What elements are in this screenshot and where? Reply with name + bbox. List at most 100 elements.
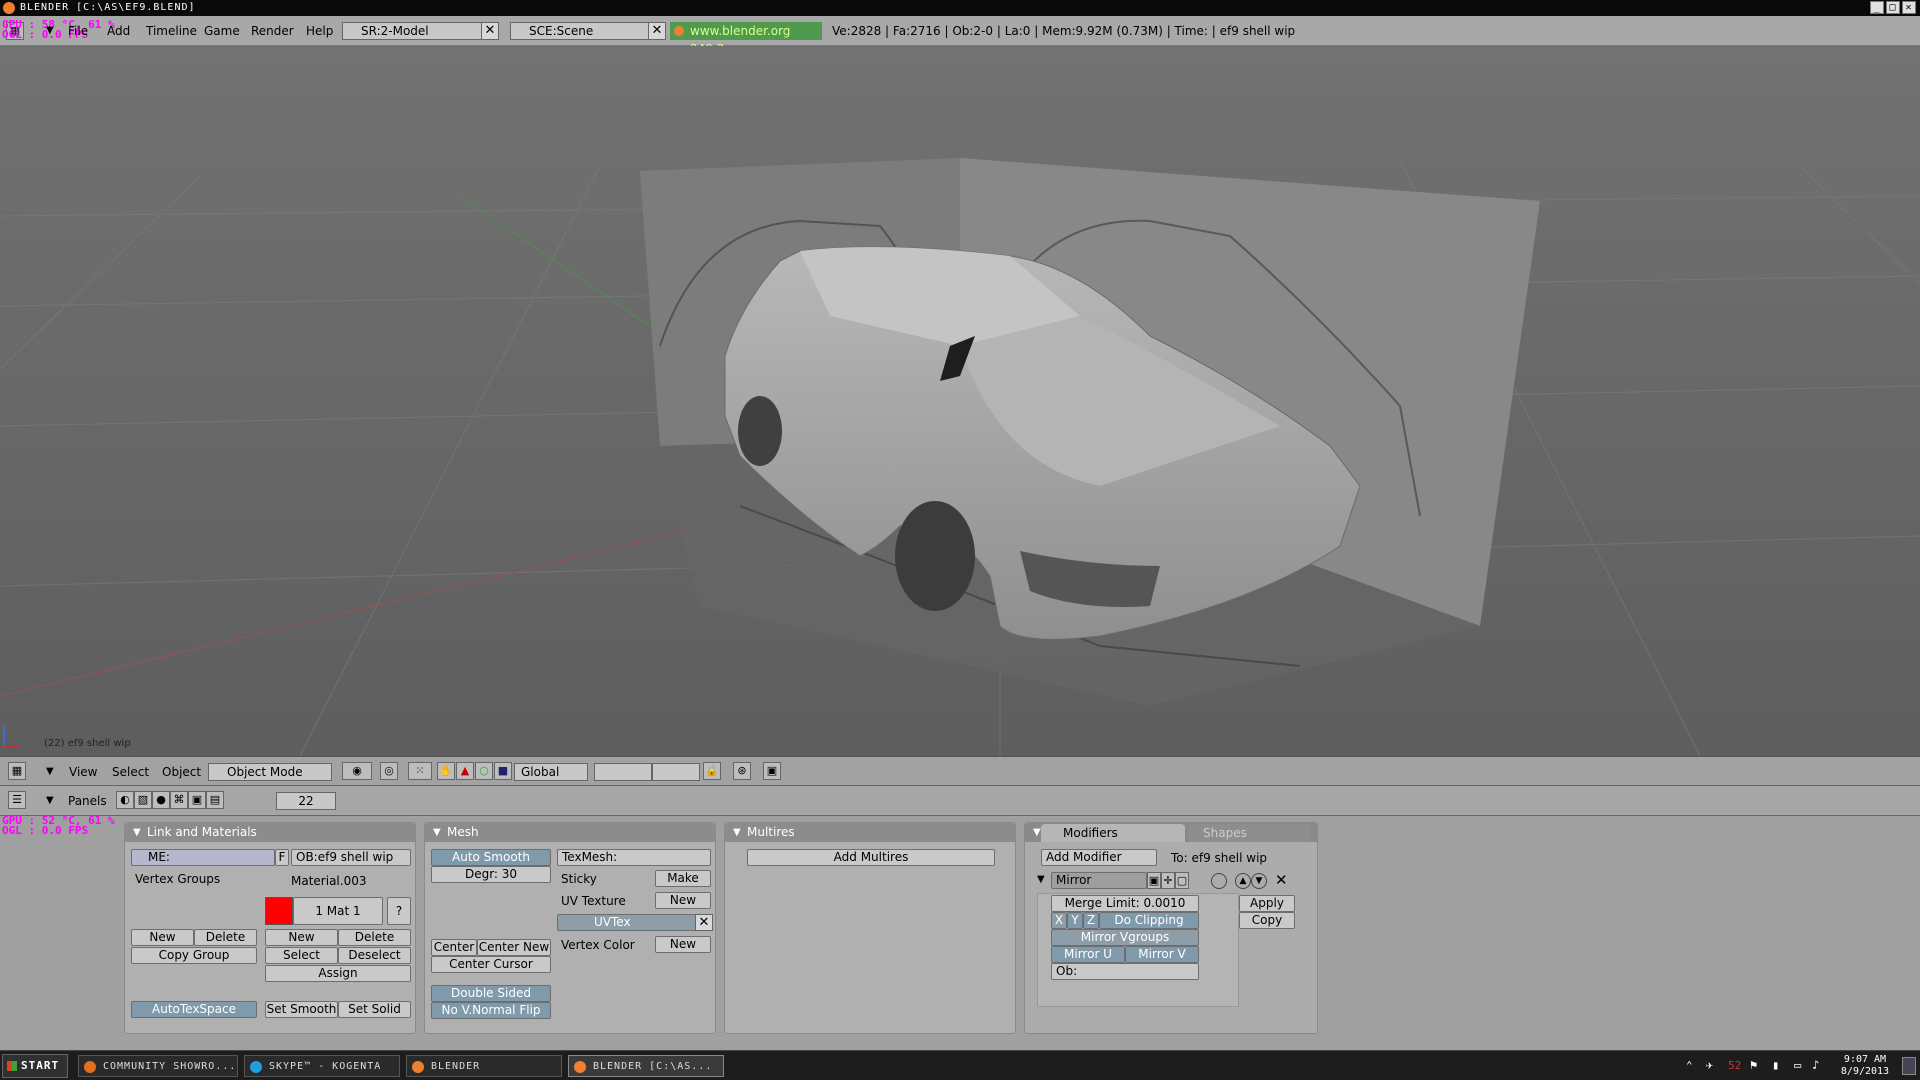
editmode-toggle-icon[interactable]: ✛ <box>1161 872 1175 889</box>
lock-icon[interactable]: 🔒 <box>703 762 721 780</box>
tray-temperature[interactable]: 52 <box>1728 1059 1741 1072</box>
cage-toggle-icon[interactable]: ▢ <box>1175 872 1189 889</box>
copy-group-button[interactable]: Copy Group <box>131 947 257 964</box>
object-icon[interactable]: ⌘ <box>170 791 188 809</box>
material-index-field[interactable]: 1 Mat 1 <box>293 897 383 925</box>
texmesh-field[interactable]: TexMesh: <box>557 849 711 866</box>
snap-icon[interactable]: ⊛ <box>733 762 751 780</box>
tray-expand-icon[interactable]: ⌃ <box>1686 1059 1693 1072</box>
website-link[interactable]: www.blender.org 249.2 <box>670 22 822 56</box>
material-new-button[interactable]: New <box>265 929 338 946</box>
layer-buttons-group-1[interactable] <box>594 763 652 781</box>
pivot-icon[interactable]: ◎ <box>380 762 398 780</box>
do-clipping-toggle[interactable]: Do Clipping <box>1099 912 1199 929</box>
link-materials-header[interactable]: ▼ Link and Materials <box>125 823 415 842</box>
remove-modifier-icon[interactable]: ✕ <box>1275 871 1288 889</box>
menu-render[interactable]: Render <box>251 16 294 46</box>
delete-scene-button[interactable]: ✕ <box>648 22 666 40</box>
draw-type-icon[interactable]: ◉ <box>342 762 372 780</box>
tab-modifiers[interactable]: Modifiers <box>1041 824 1185 842</box>
layer-icon[interactable]: ⁙ <box>408 762 432 780</box>
merge-limit-field[interactable]: Merge Limit: 0.0010 <box>1051 895 1199 912</box>
minimize-button[interactable]: _ <box>1870 1 1884 14</box>
tray-display-icon[interactable]: ▭ <box>1794 1058 1801 1072</box>
material-delete-button[interactable]: Delete <box>338 929 411 946</box>
tray-volume-icon[interactable]: ♪ <box>1812 1058 1819 1072</box>
panel-collapse-icon[interactable]: ▼ <box>133 823 141 842</box>
move-down-icon[interactable]: ▼ <box>1251 873 1267 889</box>
copy-modifier-button[interactable]: Copy <box>1239 912 1295 929</box>
menu-view[interactable]: View <box>69 757 97 787</box>
menu-add[interactable]: Add <box>107 16 130 46</box>
scene-icon[interactable]: ▤ <box>206 791 224 809</box>
collapse-arrow-icon[interactable]: ▼ <box>46 25 54 36</box>
sticky-make-button[interactable]: Make <box>655 870 711 887</box>
mesh-datablock-field[interactable]: ME: <box>131 849 275 866</box>
multires-header[interactable]: ▼ Multires <box>725 823 1015 842</box>
mode-selector[interactable]: Object Mode <box>208 763 332 781</box>
screen-selector[interactable]: SR:2-Model <box>342 22 492 40</box>
mirror-axis-x-toggle[interactable]: X <box>1051 912 1067 929</box>
rotate-icon[interactable]: ○ <box>475 762 493 780</box>
fake-user-button[interactable]: F <box>275 849 289 866</box>
auto-smooth-toggle[interactable]: Auto Smooth <box>431 849 551 866</box>
shading-icon[interactable]: ● <box>152 791 170 809</box>
taskbar-item[interactable]: COMMUNITY SHOWRO... <box>78 1055 238 1077</box>
material-assign-button[interactable]: Assign <box>265 965 411 982</box>
material-color-swatch[interactable] <box>265 897 293 925</box>
no-vnormal-flip-toggle[interactable]: No V.Normal Flip <box>431 1002 551 1019</box>
add-multires-button[interactable]: Add Multires <box>747 849 995 866</box>
start-button[interactable]: START <box>2 1054 68 1078</box>
show-desktop-button[interactable] <box>1902 1057 1916 1075</box>
hand-icon[interactable]: ✋ <box>437 762 455 780</box>
menu-panels[interactable]: Panels <box>68 786 107 816</box>
layer-buttons-group-2[interactable] <box>652 763 700 781</box>
tray-network-icon[interactable]: ✈ <box>1706 1058 1713 1072</box>
clock[interactable]: 9:07 AM 8/9/2013 <box>1832 1054 1898 1078</box>
menu-file[interactable]: File <box>68 16 88 46</box>
apply-modifier-button[interactable]: Apply <box>1239 895 1295 912</box>
render-toggle-icon[interactable]: ▣ <box>1147 872 1161 889</box>
material-select-button[interactable]: Select <box>265 947 338 964</box>
panel-collapse-icon[interactable]: ▼ <box>1033 823 1041 842</box>
collapse-arrow-icon[interactable]: ▼ <box>46 795 54 806</box>
modifier-name-field[interactable]: Mirror <box>1051 872 1147 889</box>
material-help-button[interactable]: ? <box>387 897 411 925</box>
panel-collapse-icon[interactable]: ▼ <box>433 823 441 842</box>
frame-number-field[interactable]: 22 <box>276 792 336 810</box>
double-sided-toggle[interactable]: Double Sided <box>431 985 551 1002</box>
mirror-v-toggle[interactable]: Mirror V <box>1125 946 1199 963</box>
tray-flag-icon[interactable]: ⚑ <box>1750 1058 1757 1072</box>
editing-icon[interactable]: ▣ <box>188 791 206 809</box>
editor-type-icon[interactable]: ☰ <box>8 791 26 809</box>
mirror-axis-z-toggle[interactable]: Z <box>1083 912 1099 929</box>
uvtex-layer[interactable]: UVTex <box>557 914 697 931</box>
render-icon[interactable]: ▣ <box>763 762 781 780</box>
object-name-field[interactable]: OB:ef9 shell wip <box>291 849 411 866</box>
uv-texture-new-button[interactable]: New <box>655 892 711 909</box>
menu-timeline[interactable]: Timeline <box>146 16 197 46</box>
delete-uvtex-button[interactable]: ✕ <box>695 914 713 931</box>
collapse-arrow-icon[interactable]: ▼ <box>46 766 54 777</box>
scene-selector[interactable]: SCE:Scene <box>510 22 660 40</box>
add-modifier-button[interactable]: Add Modifier <box>1041 849 1157 866</box>
smooth-degree-field[interactable]: Degr: 30 <box>431 866 551 883</box>
logic-icon[interactable]: ◐ <box>116 791 134 809</box>
vertex-color-new-button[interactable]: New <box>655 936 711 953</box>
center-button[interactable]: Center <box>431 939 477 956</box>
scale-icon[interactable]: ■ <box>494 762 512 780</box>
3d-viewport[interactable]: (22) ef9 shell wip <box>0 46 1920 756</box>
set-smooth-button[interactable]: Set Smooth <box>265 1001 338 1018</box>
tray-power-icon[interactable]: ▮ <box>1772 1058 1779 1072</box>
vgroup-new-button[interactable]: New <box>131 929 194 946</box>
menu-help[interactable]: Help <box>306 16 333 46</box>
close-window-button[interactable]: ✕ <box>1902 1 1916 14</box>
editor-type-icon[interactable]: ▦ <box>8 762 26 780</box>
menu-object[interactable]: Object <box>162 757 201 787</box>
taskbar-item[interactable]: BLENDER <box>406 1055 562 1077</box>
mirror-vgroups-toggle[interactable]: Mirror Vgroups <box>1051 929 1199 946</box>
orientation-selector[interactable]: Global <box>514 763 588 781</box>
tab-shapes[interactable]: Shapes <box>1189 824 1311 842</box>
modifier-circle-icon[interactable] <box>1211 873 1227 889</box>
mesh-header[interactable]: ▼ Mesh <box>425 823 715 842</box>
